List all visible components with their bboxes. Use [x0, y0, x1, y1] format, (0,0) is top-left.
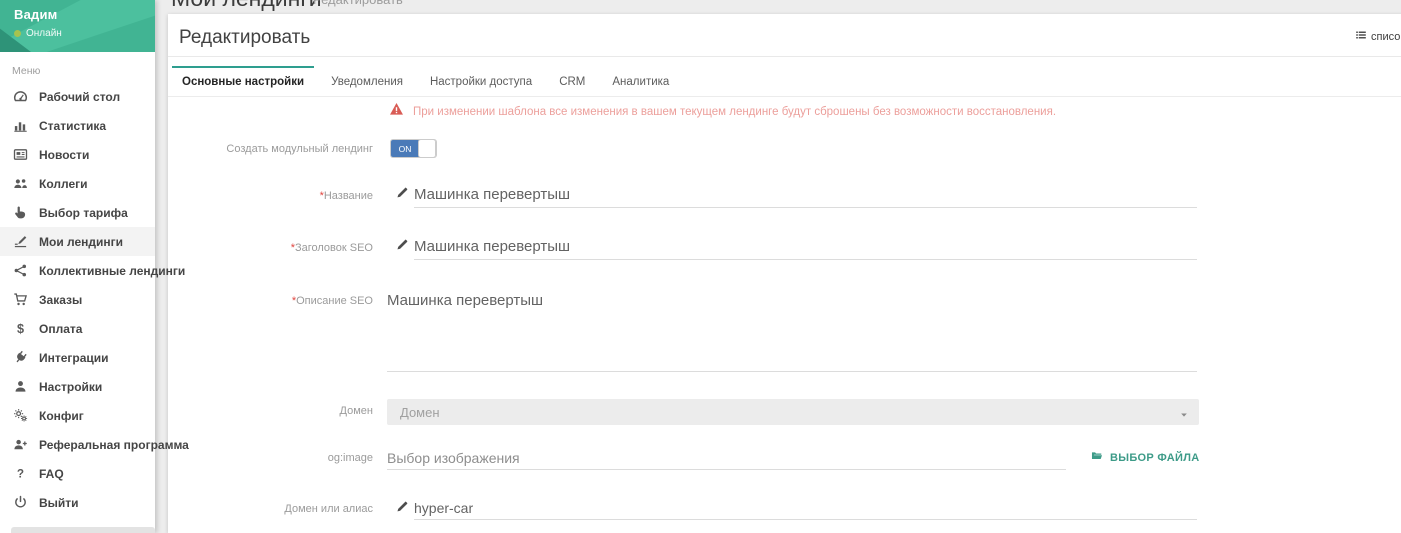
sidebar-item-logout[interactable]: Выйти — [0, 488, 155, 517]
modular-landing-toggle[interactable]: ON — [390, 139, 437, 158]
user-status: Онлайн — [26, 28, 62, 39]
user-icon — [12, 379, 28, 395]
sidebar-item-collective-landings[interactable]: Коллективные лендинги — [0, 256, 155, 285]
sidebar-item-label: Заказы — [39, 293, 82, 307]
sidebar-item-label: Коллективные лендинги — [39, 264, 185, 278]
name-input[interactable]: Машинка перевертыш — [414, 184, 1197, 208]
folder-icon — [1090, 450, 1104, 465]
sidebar-item-faq[interactable]: ? FAQ — [0, 459, 155, 488]
pencil-icon — [396, 500, 410, 514]
sidebar-item-tariff[interactable]: Выбор тарифа — [0, 198, 155, 227]
online-status-icon — [14, 30, 21, 37]
plug-icon — [12, 350, 28, 366]
sidebar-item-label: Статистика — [39, 119, 106, 133]
field-label-og-image: og:image — [168, 452, 373, 464]
sidebar-item-label: Реферальная программа — [39, 438, 189, 452]
choose-file-button-label: ВЫБОР ФАЙЛА — [1110, 452, 1200, 464]
sidebar-item-orders[interactable]: Заказы — [0, 285, 155, 314]
sidebar: Вадим Онлайн Меню Рабочий стол Статистика… — [0, 0, 155, 533]
tab-main-settings[interactable]: Основные настройки — [172, 66, 314, 96]
sidebar-item-referral[interactable]: Реферальная программа — [0, 430, 155, 459]
pen-landing-icon — [12, 234, 28, 250]
dashboard-icon — [12, 89, 28, 105]
chevron-down-icon — [1179, 407, 1189, 417]
sidebar-item-my-landings[interactable]: Мои лендинги — [0, 227, 155, 256]
power-icon — [12, 495, 28, 511]
sidebar-user-panel: Вадим Онлайн — [0, 0, 155, 52]
sidebar-item-label: Коллеги — [39, 177, 88, 191]
user-plus-icon — [12, 437, 28, 453]
sidebar-item-config[interactable]: Конфиг — [0, 401, 155, 430]
sidebar-bottom-strip — [11, 527, 155, 533]
sidebar-item-label: Конфиг — [39, 409, 84, 423]
svg-text:$: $ — [16, 322, 23, 336]
share-icon — [12, 263, 28, 279]
list-view-button-label: список — [1371, 31, 1401, 43]
domain-select[interactable]: Домен — [387, 399, 1199, 425]
sidebar-item-label: Мои лендинги — [39, 235, 123, 249]
field-label-modular: Создать модульный лендинг — [168, 143, 373, 155]
seo-description-textarea[interactable]: Машинка перевертыш — [387, 290, 1197, 372]
svg-text:?: ? — [16, 468, 23, 481]
field-label-domain-alias: Домен или алиас — [168, 503, 373, 515]
menu-section-label: Меню — [0, 52, 155, 82]
pencil-icon — [396, 186, 410, 200]
field-label-name: *Название — [168, 190, 373, 202]
sidebar-item-label: Выбор тарифа — [39, 206, 128, 220]
sidebar-item-label: Выйти — [39, 496, 79, 510]
field-label-domain: Домен — [168, 405, 373, 417]
sidebar-item-label: Настройки — [39, 380, 102, 394]
toggle-on-state: ON — [391, 140, 419, 157]
template-warning: При изменении шаблона все изменения в ва… — [389, 102, 1056, 121]
app-window: Мои лендинги Редактировать Вадим Онлайн … — [0, 0, 1401, 533]
page-breadcrumb: Редактировать — [313, 0, 403, 7]
dollar-icon: $ — [12, 321, 28, 337]
tab-crm[interactable]: CRM — [549, 66, 595, 96]
field-label-seo-title: *Заголовок SEO — [168, 242, 373, 254]
sidebar-item-payment[interactable]: $ Оплата — [0, 314, 155, 343]
sidebar-item-label: Новости — [39, 148, 89, 162]
user-name: Вадим — [14, 7, 141, 22]
card-title: Редактировать — [179, 27, 310, 49]
edit-card: Редактировать список Основные настройкиУ… — [168, 14, 1401, 533]
domain-select-placeholder: Домен — [400, 405, 1179, 420]
bar-chart-icon — [12, 118, 28, 134]
users-icon — [12, 176, 28, 192]
toggle-knob[interactable] — [418, 139, 436, 158]
sidebar-item-settings[interactable]: Настройки — [0, 372, 155, 401]
page-title: Мои лендинги — [171, 0, 322, 12]
sidebar-item-news[interactable]: Новости — [0, 140, 155, 169]
sidebar-item-label: FAQ — [39, 467, 64, 481]
og-image-input[interactable]: Выбор изображения — [387, 448, 1066, 470]
card-header-divider — [168, 56, 1401, 57]
sidebar-item-dashboard[interactable]: Рабочий стол — [0, 82, 155, 111]
seo-title-input[interactable]: Машинка перевертыш — [414, 236, 1197, 260]
tab-access-settings[interactable]: Настройки доступа — [420, 66, 542, 96]
pencil-icon — [396, 238, 410, 252]
tab-bar: Основные настройкиУведомленияНастройки д… — [168, 66, 1401, 97]
list-icon — [1355, 29, 1367, 44]
hand-pointer-icon — [12, 205, 28, 221]
sidebar-item-colleagues[interactable]: Коллеги — [0, 169, 155, 198]
field-label-seo-description: *Описание SEO — [168, 295, 373, 307]
news-icon — [12, 147, 28, 163]
warning-text: При изменении шаблона все изменения в ва… — [413, 106, 1056, 118]
warning-icon — [389, 102, 404, 121]
choose-file-button[interactable]: ВЫБОР ФАЙЛА — [1090, 450, 1200, 465]
list-view-button[interactable]: список — [1355, 29, 1401, 44]
sidebar-item-label: Интеграции — [39, 351, 109, 365]
sidebar-item-integrations[interactable]: Интеграции — [0, 343, 155, 372]
tab-notifications[interactable]: Уведомления — [321, 66, 413, 96]
domain-alias-input[interactable]: hyper-car — [414, 498, 1197, 520]
sidebar-item-statistics[interactable]: Статистика — [0, 111, 155, 140]
cart-icon — [12, 292, 28, 308]
sidebar-menu: Рабочий стол Статистика Новости Коллеги Выбо… — [0, 82, 155, 517]
sidebar-item-label: Оплата — [39, 322, 82, 336]
sidebar-item-label: Рабочий стол — [39, 90, 120, 104]
tab-analytics[interactable]: Аналитика — [602, 66, 679, 96]
question-icon: ? — [12, 466, 28, 482]
cogs-icon — [12, 408, 28, 424]
